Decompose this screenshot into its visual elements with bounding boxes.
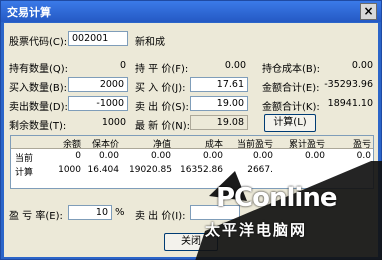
amount-total-2-value: 18941.10: [327, 98, 373, 109]
buy-qty-input[interactable]: 2000: [68, 77, 128, 92]
sell-price-input[interactable]: 19.00: [190, 96, 248, 111]
table-cell: 0.0: [356, 151, 371, 161]
calculate-button[interactable]: 计算(L): [264, 114, 316, 132]
hold-price-label: 持 平 价(F):: [135, 64, 189, 75]
header-cost: 成本: [204, 140, 223, 150]
header-breakeven: 保本价: [91, 140, 119, 150]
amount-total-1-label: 金额合计(E):: [262, 83, 320, 94]
close-icon[interactable]: ×: [360, 3, 377, 20]
table-cell: 1000: [58, 165, 81, 175]
table-cell: 0: [75, 151, 81, 161]
watermark: PConline 太平洋电脑网: [195, 161, 382, 260]
remaining-qty-value: 1000: [101, 117, 126, 128]
percent-sign: %: [115, 207, 125, 218]
table-cell: 0.00: [150, 151, 171, 161]
holdings-qty-value: 0: [119, 60, 126, 71]
title-bar[interactable]: 交易计算 ×: [1, 1, 381, 22]
row-label: 计算: [15, 168, 34, 178]
table-cell: 16.404: [87, 165, 120, 175]
hold-cost-value: 0.00: [351, 60, 373, 71]
table-cell: 0.00: [252, 151, 273, 161]
sell-qty-label: 卖出数量(D):: [9, 102, 68, 113]
profit-rate-label: 盈 亏 率(E):: [9, 211, 63, 222]
row-label: 当前: [15, 154, 34, 164]
stock-code-input[interactable]: 002001: [68, 31, 128, 46]
stock-code-label: 股票代码(C):: [9, 37, 68, 48]
amount-total-1-value: -35293.96: [324, 79, 373, 90]
header-cumulative-pl: 累计盈亏: [288, 140, 325, 150]
profit-rate-input[interactable]: 10: [68, 205, 112, 220]
holdings-qty-label: 持有数量(Q):: [9, 64, 69, 75]
window-title: 交易计算: [7, 6, 51, 19]
table-cell: 0.00: [304, 151, 325, 161]
latest-price-value: 19.08: [190, 115, 248, 130]
header-net-value: 净值: [152, 140, 171, 150]
header-current-pl: 当前盈亏: [236, 140, 273, 150]
watermark-tagline: 太平洋电脑网: [205, 221, 308, 239]
watermark-logo: PConline: [216, 183, 337, 213]
hold-price-value: 0.00: [224, 60, 246, 71]
sell-qty-input[interactable]: -1000: [68, 96, 128, 111]
table-cell: 0.00: [202, 151, 223, 161]
header-balance: 余额: [62, 140, 81, 150]
hold-cost-label: 持仓成本(B):: [262, 64, 321, 75]
stock-name: 新和成: [135, 37, 165, 48]
buy-qty-label: 买入数量(B):: [9, 83, 68, 94]
table-cell: 0.00: [98, 151, 119, 161]
sell-price-label: 卖 出 价(S):: [135, 102, 189, 113]
buy-price-label: 买 入 价(J):: [135, 83, 186, 94]
latest-price-label: 最 新 价(N):: [135, 121, 191, 132]
remaining-qty-label: 剩余数量(T):: [9, 121, 67, 132]
table-cell: 19020.85: [129, 165, 172, 175]
buy-price-input[interactable]: 17.61: [190, 77, 248, 92]
table-header: 余额 保本价 净值 成本 当前盈亏 累计盈亏 盈亏: [11, 136, 373, 150]
sell-price-2-label: 卖 出 价(I):: [135, 211, 186, 222]
header-pl: 盈亏: [352, 140, 371, 150]
trade-calc-window: 交易计算 × 股票代码(C): 002001 新和成 持有数量(Q): 0 买入…: [0, 0, 382, 260]
